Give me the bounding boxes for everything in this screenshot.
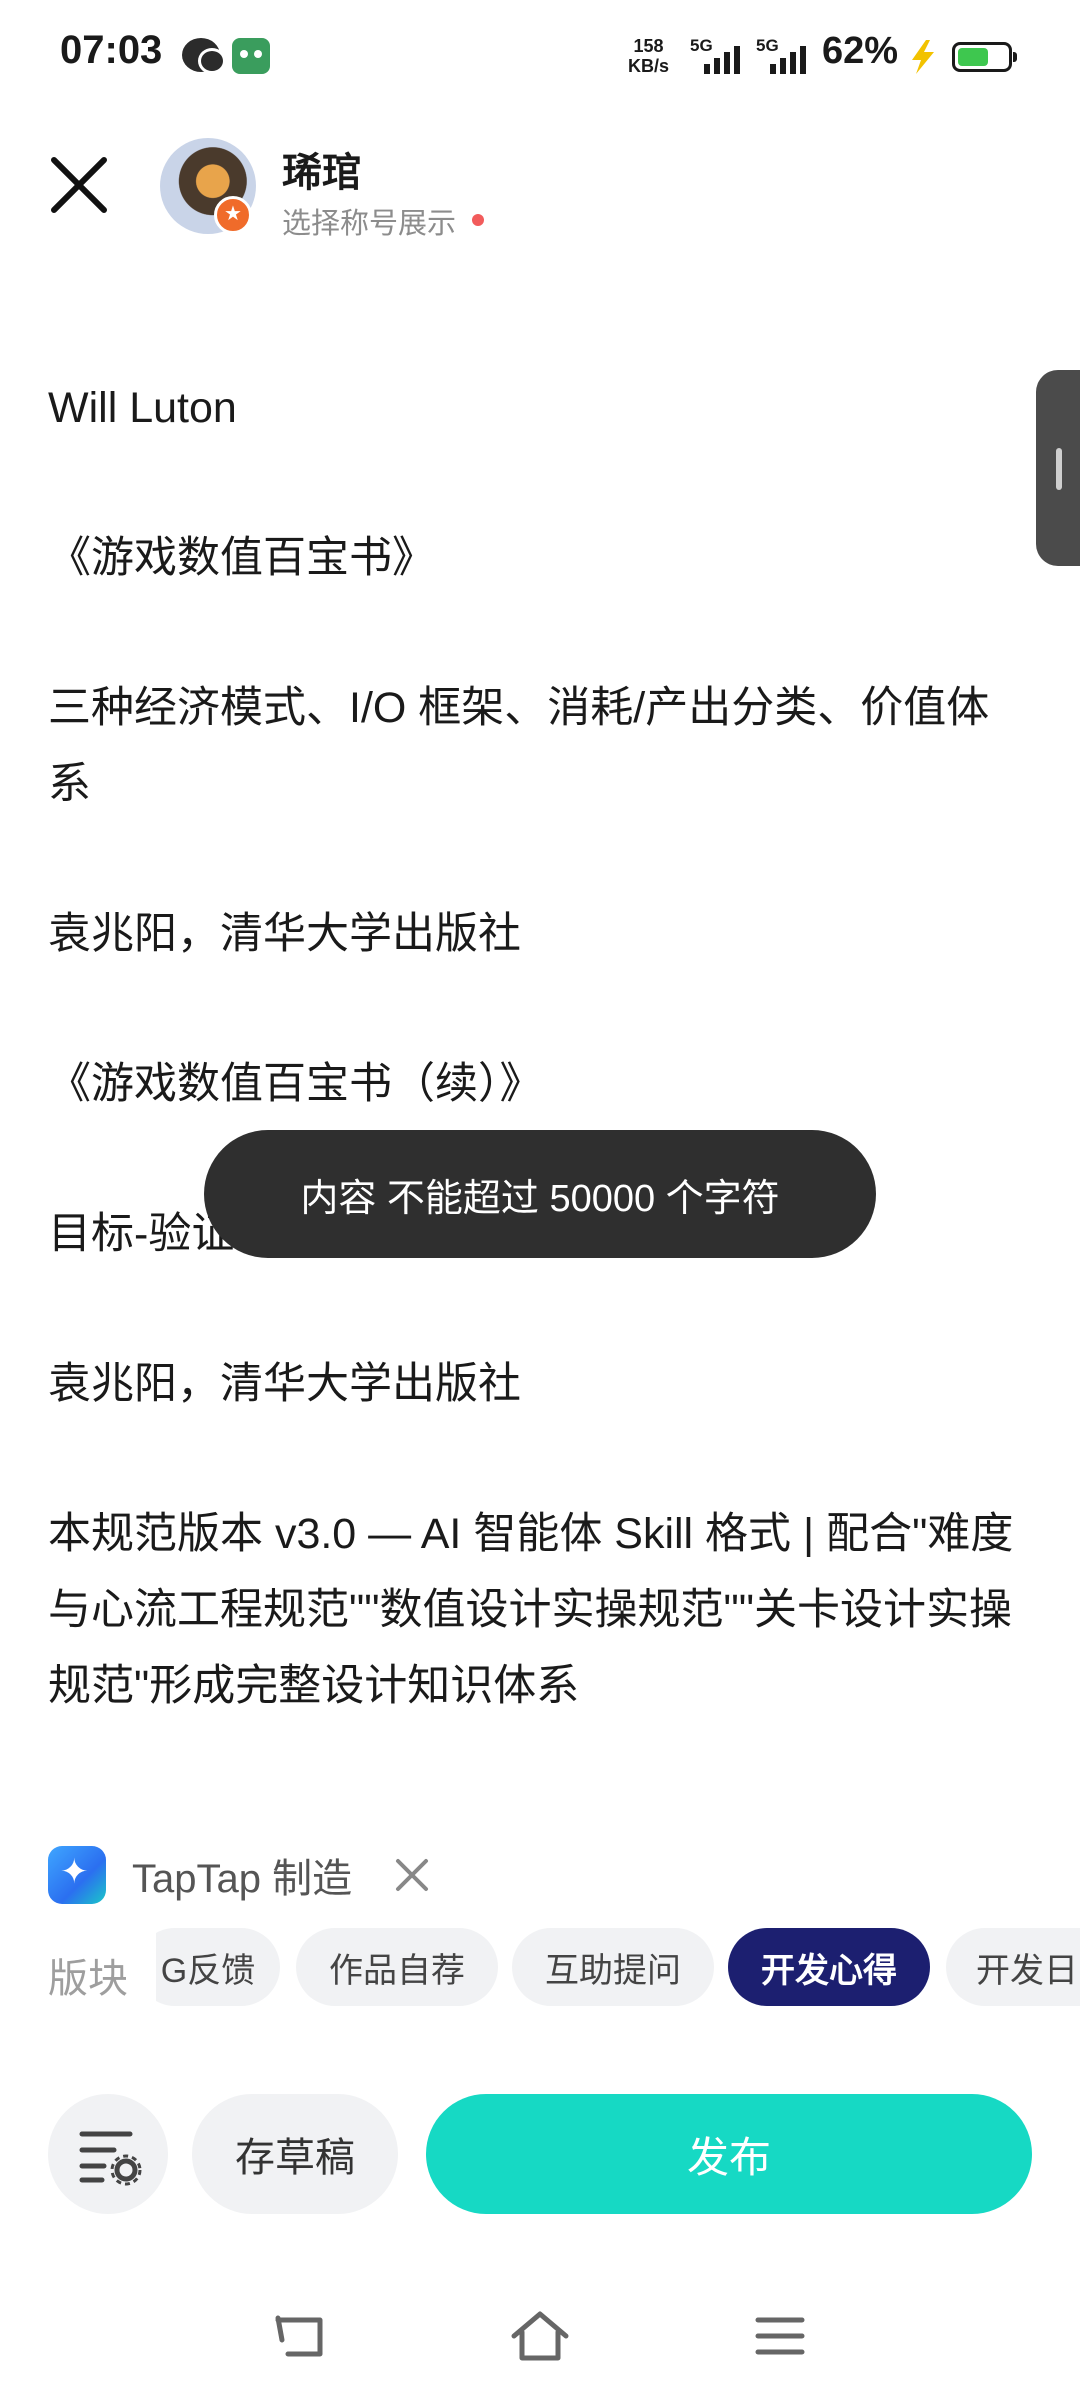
list-settings-icon (79, 2131, 142, 2186)
section-chip[interactable]: 互助提问 (512, 1928, 714, 2006)
avatar-badge-icon (214, 196, 252, 234)
content-paragraph: 三种经济模式、I/O 框架、消耗/产出分类、价值体系 (48, 684, 990, 808)
signal-icon-sim1: 5G (690, 36, 756, 76)
title-select-link[interactable]: 选择称号展示 (282, 200, 456, 242)
taptap-logo-icon (48, 1846, 106, 1904)
content-paragraph: 免费游戏经济学 (48, 240, 1028, 256)
section-chip[interactable]: G反馈 (156, 1928, 280, 2006)
charging-icon (912, 40, 934, 74)
section-chip-selected[interactable]: 开发心得 (728, 1928, 930, 2006)
status-bar: 07:03 158 KB/s 5G 5G 62% (0, 0, 1080, 110)
section-label: 版块 (48, 1957, 128, 2001)
notification-dot (472, 214, 484, 226)
tag-label: TapTap 制造 (132, 1857, 353, 1901)
battery-percent: 62% (822, 30, 899, 72)
section-chip-list[interactable]: G反馈 作品自荐 互助提问 开发心得 开发日 (156, 1928, 1080, 2010)
publish-button[interactable]: 发布 (426, 2094, 1032, 2214)
content-paragraph: 袁兆阳，清华大学出版社 (48, 910, 521, 958)
section-chip[interactable]: 开发日 (946, 1928, 1080, 2006)
content-paragraph: 袁兆阳，清华大学出版社 (48, 1360, 521, 1408)
status-time: 07:03 (60, 28, 163, 72)
wechat-icon (182, 38, 226, 74)
app-notification-icon (232, 38, 270, 74)
toast-message: 内容 不能超过 50000 个字符 (204, 1130, 876, 1258)
content-paragraph: 《游戏数值百宝书（续）》 (48, 1060, 543, 1108)
battery-icon (952, 42, 1017, 72)
tag-chip: TapTap 制造 (48, 1840, 432, 1910)
network-speed-unit: KB/s (628, 56, 670, 76)
home-icon[interactable] (510, 2308, 570, 2364)
content-paragraph: 本规范版本 v3.0 — AI 智能体 Skill 格式 | 配合"难度与心流工… (48, 1510, 1014, 1710)
section-chip[interactable]: 作品自荐 (296, 1928, 498, 2006)
save-draft-button[interactable]: 存草稿 (192, 2094, 398, 2214)
content-paragraph: 《游戏数值百宝书》 (48, 534, 435, 582)
scrollbar-handle[interactable] (1036, 370, 1080, 566)
content-paragraph: Will Luton (48, 384, 237, 432)
close-icon[interactable] (44, 150, 114, 220)
network-speed: 158 KB/s (628, 36, 669, 76)
network-speed-value: 158 (633, 36, 664, 56)
menu-icon[interactable] (750, 2308, 810, 2364)
post-content-editor[interactable]: 免费游戏经济学 Will Luton 《游戏数值百宝书》 三种经济模式、I/O … (48, 240, 1038, 1710)
signal-icon-sim2: 5G (756, 36, 822, 76)
back-icon[interactable] (270, 2308, 330, 2364)
remove-tag-icon[interactable] (392, 1855, 432, 1895)
post-settings-button[interactable] (48, 2094, 168, 2214)
user-name: 琋琯 (282, 151, 362, 195)
